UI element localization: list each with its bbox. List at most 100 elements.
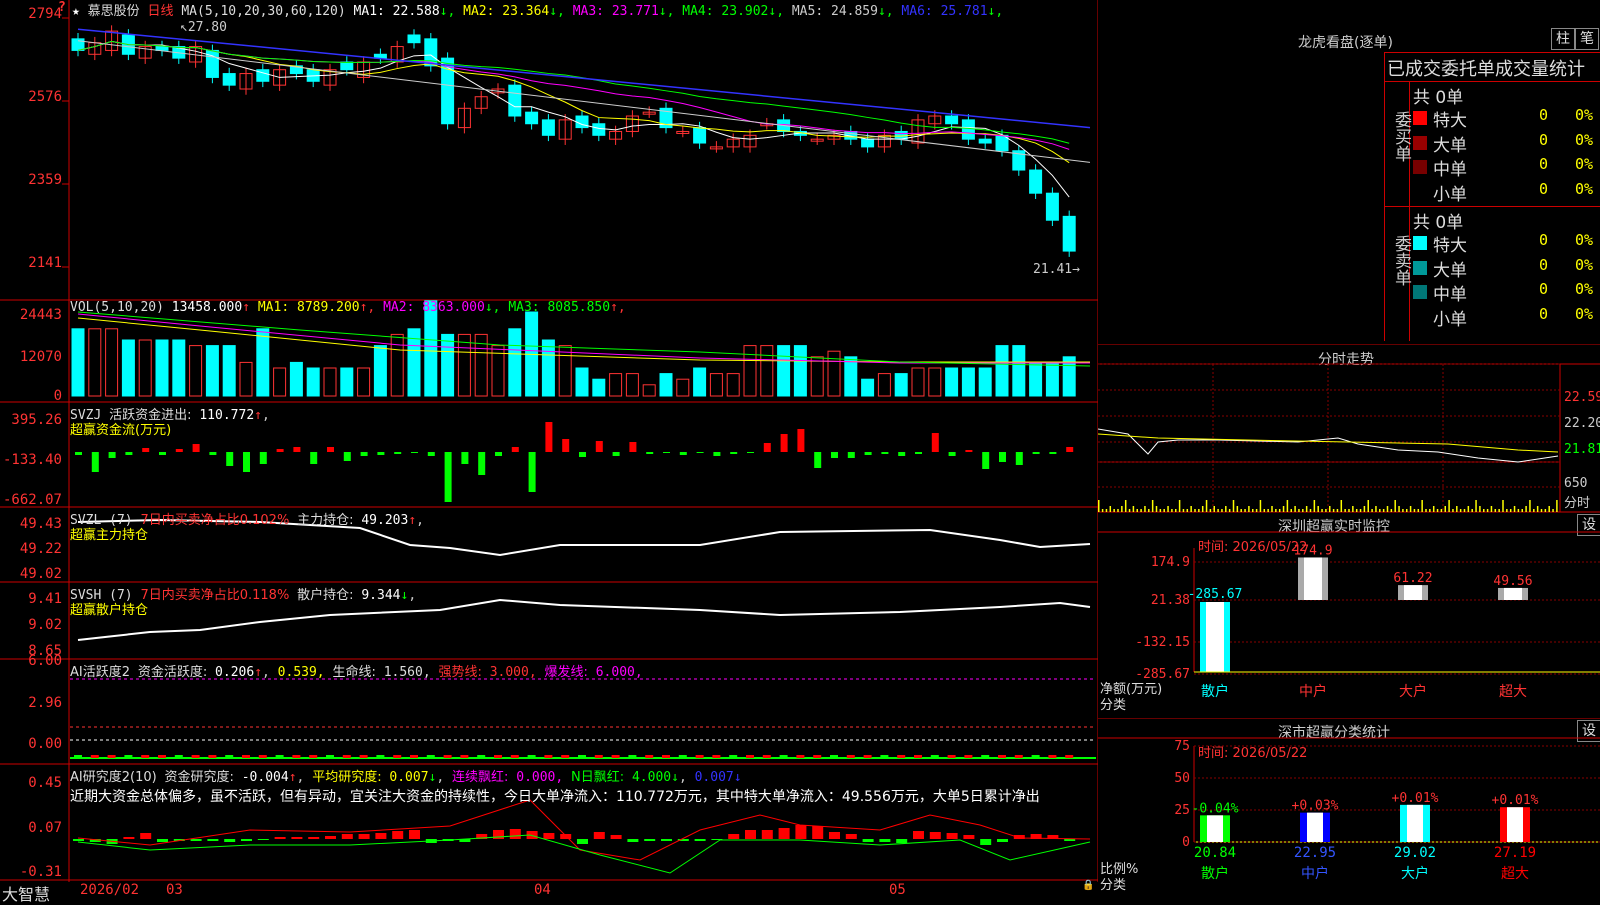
continuous-red-value: 0.000, (516, 770, 564, 785)
research-bar (661, 839, 672, 841)
kline-chart-area[interactable]: ★ 慕思股份 日线 MA(5,10,20,30,60,120) MA1: 22.… (0, 0, 1098, 904)
ma-line (77, 40, 1091, 163)
kline-svg[interactable] (0, 0, 1098, 882)
classify-category-label: 超大 (1501, 866, 1529, 882)
research-bar (879, 839, 891, 842)
activity-bar (90, 755, 99, 758)
candle-body (961, 119, 975, 140)
activity-bar (141, 755, 150, 758)
dragon-tiger-panel: 龙虎看盘(逐单) 柱 笔 已成交委托单成交量统计 委买单 委卖单 共 0单 共 … (1098, 0, 1600, 344)
sell-color-swatch (1413, 260, 1427, 275)
buy-row-pct: 0% (1575, 106, 1594, 124)
volume-bar (911, 367, 925, 397)
volume-bar (222, 345, 236, 397)
ai-research-commentary: 近期大资金总体偏多，虽不活跃，但有异动，宜关注大资金的持续性，今日大单净流入：1… (70, 789, 1040, 805)
buy-row-pct: 0% (1575, 155, 1594, 173)
classify-axis-label: 0 (1182, 835, 1190, 850)
ma-line (77, 40, 1070, 144)
monitor-value-label: 49.56 (1493, 574, 1532, 589)
svzj-bar (495, 452, 502, 456)
intraday-vol-label: 650 (1564, 476, 1588, 491)
classify-change-label: +0.01% (1392, 791, 1439, 806)
svzj-subtitle: 超赢资金流(万元) (70, 423, 172, 438)
volume-bar (709, 373, 723, 397)
research-bar (778, 828, 790, 839)
classify-category-label: 中户 (1301, 865, 1329, 882)
burst-line-label: 爆发线: (544, 665, 588, 680)
classify-category-label: 散户 (1201, 865, 1229, 882)
intraday-volume-bar (1475, 500, 1477, 512)
low-price-mark: 21.41→ (1033, 262, 1080, 277)
buy-row-name: 小单 (1433, 184, 1467, 205)
activity-bar (494, 755, 502, 758)
strong-line-label: 强势线: (438, 665, 482, 680)
svzj-bar (730, 452, 738, 454)
volume-bar (239, 361, 253, 397)
svzj-bar (679, 452, 687, 455)
research-bar (929, 832, 941, 839)
ai-activity-axis-label: 6.00 (28, 653, 62, 669)
volume-bar (189, 345, 203, 397)
sell-row-qty: 0 (1539, 231, 1549, 249)
volume-bar (592, 378, 606, 397)
volume-bar (961, 367, 975, 397)
research-bar (980, 839, 992, 845)
activity-bar (578, 755, 586, 758)
svzj-bar (663, 452, 670, 453)
activity-bar (863, 755, 872, 758)
research-bar (896, 839, 908, 843)
volume-bar (138, 339, 152, 397)
classify-axis-label: 25 (1174, 803, 1190, 818)
svzl-subtitle: 超赢主力持仓 (70, 528, 149, 543)
classify-category-label: 大户 (1401, 865, 1429, 882)
lock-icon[interactable]: 🔒 (1082, 880, 1094, 891)
activity-bar (107, 755, 116, 758)
high-price-mark: ↖27.80 (180, 20, 227, 35)
svzj-bar (276, 449, 284, 452)
activity-bar (376, 755, 385, 758)
avg-research-label: 平均研究度: (312, 770, 382, 785)
intraday-svg[interactable] (1098, 344, 1600, 512)
candle-body (71, 38, 85, 51)
volume-bar (508, 328, 522, 397)
candle-body (1062, 215, 1076, 252)
activity-bar (124, 755, 133, 758)
activity-bar (678, 755, 687, 758)
activity-bar (762, 755, 771, 758)
svsh-label: 散户持仓: (297, 588, 354, 603)
intraday-axis-label: 22.59 (1564, 390, 1600, 405)
research-bar (862, 839, 874, 842)
dragon-tiger-subtitle: 已成交委托单成交量统计 (1387, 59, 1585, 80)
monitor-axis-label: -132.15 (1135, 635, 1190, 650)
intraday-panel[interactable]: 分时走势 22.59 22.20 21.81 650 分时 (1098, 344, 1600, 512)
vol-ma-1: MA1: 8789.200 (250, 300, 360, 315)
svzl-ratio: 7日内买卖净占比0.102% (140, 513, 290, 528)
svzj-bar (394, 452, 402, 454)
svzj-bar (696, 452, 704, 453)
buy-color-swatch (1413, 160, 1427, 174)
intraday-volume-bar (1313, 500, 1316, 512)
ai-research-axis-label: -0.31 (19, 864, 62, 880)
svzj-bar (1015, 452, 1023, 465)
classify-chart: 75 50 25 0 -0.04% 20.84 散户 +0.03% 22.95 中户 +0.01% 2… (1098, 718, 1600, 882)
classify-axis-label: 50 (1174, 771, 1190, 786)
volume-bar (273, 367, 287, 397)
svzj-bar (108, 452, 116, 458)
svsh-arrow: ↓ (400, 588, 409, 603)
research-bar (341, 834, 353, 839)
svzl-axis-label: 49.43 (19, 516, 62, 532)
tick-view-button[interactable]: 笔 (1575, 28, 1599, 50)
research-bar (963, 835, 975, 839)
ai-activity-label: 资金活跃度: (137, 665, 208, 680)
bar-view-button[interactable]: 柱 (1551, 28, 1575, 50)
volume-bar (1012, 345, 1026, 397)
vol-title: VOL(5,10,20) (70, 300, 164, 315)
svzj-axis-label: -133.40 (2, 452, 62, 468)
buy-row-qty: 0 (1539, 179, 1549, 198)
intraday-volume-bar (1394, 500, 1396, 512)
svzj-bar (797, 429, 805, 452)
svzj-bar (327, 447, 334, 452)
volume-bar (323, 367, 337, 397)
buy-total: 共 0单 (1413, 88, 1464, 108)
activity-bar (746, 755, 754, 758)
